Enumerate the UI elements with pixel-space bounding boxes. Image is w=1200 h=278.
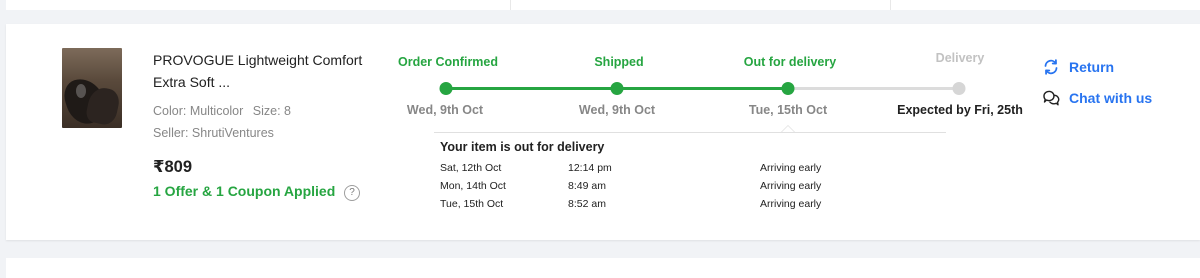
step-dot-order-confirmed bbox=[439, 82, 453, 95]
step-dot-delivery bbox=[952, 82, 966, 95]
next-order-card bbox=[6, 258, 1200, 278]
column-divider bbox=[510, 0, 511, 10]
chat-with-us-label: Chat with us bbox=[1069, 90, 1153, 106]
event-date: Tue, 15th Oct bbox=[440, 198, 504, 210]
event-time: 8:52 am bbox=[568, 198, 606, 210]
step-label-out-for-delivery: Out for delivery bbox=[743, 55, 837, 69]
return-label: Return bbox=[1069, 59, 1115, 75]
step-label-shipped: Shipped bbox=[594, 55, 644, 69]
chat-with-us-button[interactable]: Chat with us bbox=[1042, 89, 1152, 107]
event-date: Sat, 12th Oct bbox=[440, 162, 502, 174]
event-status: Arriving early bbox=[760, 180, 822, 192]
details-pointer-inner bbox=[782, 126, 794, 132]
tracking-event-row: Tue, 15th Oct 8:52 am Arriving early bbox=[440, 198, 860, 214]
step-date-delivery-expected: Expected by Fri, 25th bbox=[897, 103, 1023, 117]
step-label-delivery: Delivery bbox=[935, 51, 985, 65]
step-date-order-confirmed: Wed, 9th Oct bbox=[406, 103, 484, 117]
tracking-event-row: Sat, 12th Oct 12:14 pm Arriving early bbox=[440, 162, 860, 178]
step-date-shipped: Wed, 9th Oct bbox=[578, 103, 656, 117]
tracking-details-title: Your item is out for delivery bbox=[440, 140, 605, 154]
previous-order-card bbox=[6, 0, 1200, 10]
column-divider bbox=[890, 0, 891, 10]
progress-line-pending bbox=[788, 87, 959, 90]
refresh-icon bbox=[1042, 58, 1060, 76]
event-status: Arriving early bbox=[760, 162, 822, 174]
event-status: Arriving early bbox=[760, 198, 822, 210]
step-label-order-confirmed: Order Confirmed bbox=[397, 55, 499, 69]
chat-bubbles-icon bbox=[1042, 89, 1060, 107]
tracking-details-divider bbox=[434, 132, 946, 133]
step-dot-shipped bbox=[610, 82, 624, 95]
return-button[interactable]: Return bbox=[1042, 58, 1114, 76]
step-dot-out-for-delivery bbox=[781, 82, 795, 95]
event-date: Mon, 14th Oct bbox=[440, 180, 506, 192]
step-date-out-for-delivery: Tue, 15th Oct bbox=[748, 103, 828, 117]
tracking-event-row: Mon, 14th Oct 8:49 am Arriving early bbox=[440, 180, 860, 196]
event-time: 12:14 pm bbox=[568, 162, 612, 174]
order-tracker: Order Confirmed Shipped Out for delivery… bbox=[0, 24, 1200, 240]
event-time: 8:49 am bbox=[568, 180, 606, 192]
